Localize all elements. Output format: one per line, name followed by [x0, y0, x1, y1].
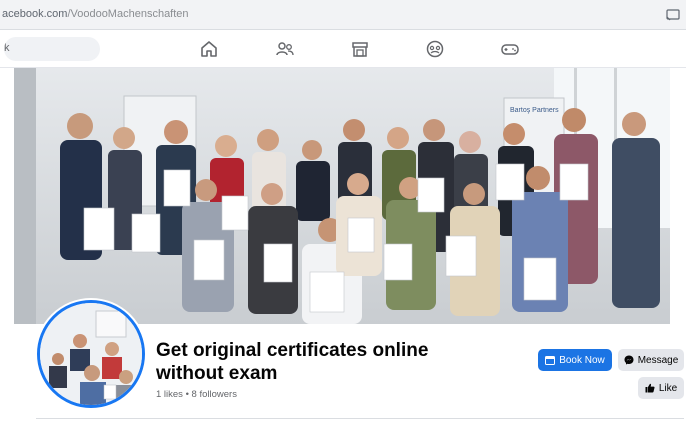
groups-icon[interactable]: [425, 39, 445, 59]
page-title: Get original certificates online without…: [156, 340, 429, 384]
followers-count[interactable]: 8 followers: [192, 389, 237, 400]
url-text[interactable]: acebook.com/VoodooMachenschaften: [2, 8, 189, 20]
messenger-icon: [624, 355, 634, 365]
url-path: /VoodooMachenschaften: [67, 8, 189, 20]
cover-photo[interactable]: Bartoş Partners: [14, 68, 670, 324]
calendar-icon: [545, 356, 556, 365]
like-label: Like: [658, 382, 678, 394]
home-icon[interactable]: [199, 39, 219, 59]
group-photo-image: Bartoş Partners: [14, 68, 670, 324]
message-label: Message: [637, 354, 679, 366]
search-input[interactable]: k: [4, 37, 100, 61]
cover-banner-text: Bartoş Partners: [510, 107, 559, 114]
thumbs-up-icon: [645, 383, 655, 393]
marketplace-icon[interactable]: [350, 39, 370, 59]
gaming-icon[interactable]: [500, 39, 520, 59]
book-now-button[interactable]: Book Now: [538, 349, 612, 371]
like-button[interactable]: Like: [638, 377, 684, 399]
browser-address-bar[interactable]: acebook.com/VoodooMachenschaften: [0, 0, 686, 30]
likes-count[interactable]: 1 likes: [156, 389, 183, 400]
message-button[interactable]: Message: [618, 349, 684, 371]
screen-cast-icon[interactable]: [666, 8, 680, 21]
profile-photo-image: [40, 303, 142, 405]
url-domain: acebook.com: [2, 8, 68, 20]
page-profile-picture[interactable]: [37, 300, 145, 408]
stats-separator: •: [185, 389, 189, 400]
search-placeholder: k: [4, 42, 10, 54]
page-stats: 1 likes • 8 followers: [156, 389, 237, 400]
top-navigation: k: [0, 30, 686, 68]
section-divider: [36, 418, 684, 419]
book-now-label: Book Now: [559, 354, 605, 366]
friends-icon[interactable]: [275, 39, 295, 59]
